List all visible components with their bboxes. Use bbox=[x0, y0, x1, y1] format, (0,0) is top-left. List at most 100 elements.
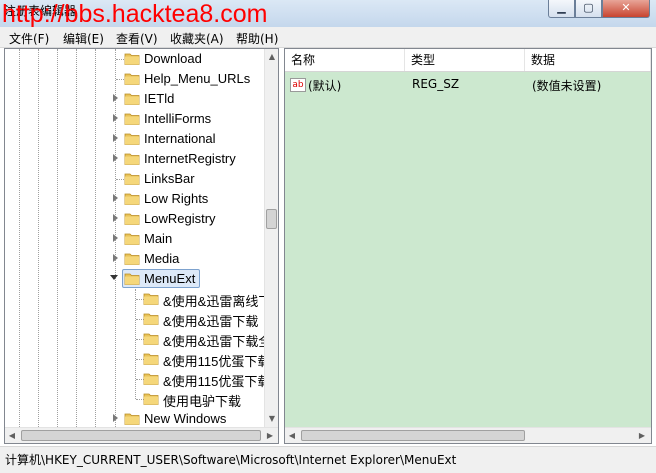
value-type: REG_SZ bbox=[412, 77, 460, 91]
tree-item[interactable]: &使用&迅雷下载全 bbox=[5, 329, 264, 349]
expand-arrow-icon[interactable] bbox=[113, 194, 118, 202]
expand-arrow-icon[interactable] bbox=[113, 254, 118, 262]
tree-item[interactable]: New Windows bbox=[5, 409, 264, 427]
tree-item[interactable]: &使用115优蛋下载 bbox=[5, 369, 264, 389]
minimize-button[interactable]: ▁ bbox=[548, 0, 575, 18]
tree-item-label: IntelliForms bbox=[144, 111, 212, 126]
scroll-up-icon[interactable]: ▲ bbox=[265, 49, 278, 65]
tree-item[interactable]: MenuExt bbox=[5, 269, 264, 289]
expand-arrow-icon[interactable] bbox=[113, 154, 118, 162]
tree-item-label: Main bbox=[144, 231, 173, 246]
expand-arrow-icon[interactable] bbox=[113, 414, 118, 422]
folder-icon bbox=[124, 252, 140, 265]
scroll-down-icon[interactable]: ▼ bbox=[265, 411, 278, 427]
tree-item-label: &使用115优蛋下载 bbox=[163, 374, 264, 389]
tree-item-label: LowRegistry bbox=[144, 211, 216, 226]
folder-icon bbox=[124, 92, 140, 105]
folder-icon bbox=[143, 392, 159, 405]
folder-icon bbox=[124, 232, 140, 245]
tree-item[interactable]: LowRegistry bbox=[5, 209, 264, 229]
folder-icon bbox=[124, 172, 140, 185]
tree-item-label: International bbox=[144, 131, 216, 146]
registry-tree[interactable]: Download Help_Menu_URLs IETld IntelliForms I… bbox=[5, 49, 264, 427]
tree-item-label: Download bbox=[144, 51, 202, 66]
tree-item[interactable]: Download bbox=[5, 49, 264, 69]
tree-item-label: 使用电驴下载 bbox=[163, 394, 242, 409]
tree-item-label: &使用&迅雷下载 bbox=[163, 314, 259, 329]
tree-item-label: IETld bbox=[144, 91, 175, 106]
close-button[interactable]: ✕ bbox=[602, 0, 650, 18]
tree-item-label: Low Rights bbox=[144, 191, 209, 206]
folder-icon bbox=[143, 292, 159, 305]
maximize-button[interactable]: ▢ bbox=[575, 0, 602, 18]
tree-item[interactable]: Main bbox=[5, 229, 264, 249]
menu-favorites[interactable]: 收藏夹(A) bbox=[170, 30, 224, 47]
scroll-right-icon[interactable]: ▶ bbox=[263, 428, 277, 443]
tree-item-label: &使用115优蛋下载 bbox=[163, 354, 264, 369]
collapse-arrow-icon[interactable] bbox=[110, 275, 118, 280]
tree-item-label: Help_Menu_URLs bbox=[144, 71, 251, 86]
value-data: (数值未设置) bbox=[532, 79, 602, 93]
tree-item[interactable]: 使用电驴下载 bbox=[5, 389, 264, 409]
tree-item-label: &使用&迅雷下载全 bbox=[163, 334, 264, 349]
tree-item-label: MenuExt bbox=[144, 271, 196, 286]
tree-item[interactable]: Low Rights bbox=[5, 189, 264, 209]
tree-item-label: &使用&迅雷离线下 bbox=[163, 294, 264, 309]
folder-icon bbox=[124, 72, 140, 85]
tree-item[interactable]: &使用&迅雷下载 bbox=[5, 309, 264, 329]
folder-icon bbox=[124, 272, 140, 285]
tree-item[interactable]: LinksBar bbox=[5, 169, 264, 189]
list-header: 名称 类型 数据 bbox=[285, 49, 651, 72]
tree-item[interactable]: &使用115优蛋下载 bbox=[5, 349, 264, 369]
menu-view[interactable]: 查看(V) bbox=[116, 30, 158, 47]
tree-item[interactable]: &使用&迅雷离线下 bbox=[5, 289, 264, 309]
scroll-thumb-h[interactable] bbox=[21, 430, 261, 441]
scroll-left-icon[interactable]: ◀ bbox=[285, 428, 299, 443]
expand-arrow-icon[interactable] bbox=[113, 234, 118, 242]
tree-item-label: LinksBar bbox=[144, 171, 195, 186]
column-type[interactable]: 类型 bbox=[405, 49, 525, 71]
folder-icon bbox=[143, 372, 159, 385]
scroll-left-icon[interactable]: ◀ bbox=[5, 428, 19, 443]
tree-item[interactable]: Media bbox=[5, 249, 264, 269]
registry-values-pane[interactable]: 名称 类型 数据 ab (默认) REG_SZ (数值未设置) ◀ ▶ bbox=[284, 48, 652, 444]
folder-icon bbox=[124, 112, 140, 125]
expand-arrow-icon[interactable] bbox=[113, 134, 118, 142]
expand-arrow-icon[interactable] bbox=[113, 114, 118, 122]
value-name: (默认) bbox=[308, 79, 342, 93]
menu-file[interactable]: 文件(F) bbox=[9, 30, 49, 47]
column-name[interactable]: 名称 bbox=[285, 49, 405, 71]
tree-item[interactable]: IntelliForms bbox=[5, 109, 264, 129]
expand-arrow-icon[interactable] bbox=[113, 214, 118, 222]
tree-item[interactable]: InternetRegistry bbox=[5, 149, 264, 169]
folder-icon bbox=[143, 352, 159, 365]
folder-icon bbox=[143, 332, 159, 345]
column-data[interactable]: 数据 bbox=[525, 49, 651, 71]
folder-icon bbox=[143, 312, 159, 325]
tree-item-label: New Windows bbox=[144, 411, 227, 426]
scroll-right-icon[interactable]: ▶ bbox=[635, 428, 649, 443]
tree-vertical-scrollbar[interactable]: ▲ ▼ bbox=[264, 49, 278, 427]
menu-help[interactable]: 帮助(H) bbox=[236, 30, 278, 47]
tree-item-label: Media bbox=[144, 251, 180, 266]
menu-edit[interactable]: 编辑(E) bbox=[63, 30, 104, 47]
tree-item[interactable]: Help_Menu_URLs bbox=[5, 69, 264, 89]
folder-icon bbox=[124, 212, 140, 225]
folder-icon bbox=[124, 132, 140, 145]
expand-arrow-icon[interactable] bbox=[113, 94, 118, 102]
folder-icon bbox=[124, 52, 140, 65]
tree-item[interactable]: IETld bbox=[5, 89, 264, 109]
folder-icon bbox=[124, 192, 140, 205]
scroll-thumb[interactable] bbox=[266, 209, 277, 229]
tree-horizontal-scrollbar[interactable]: ◀ ▶ bbox=[5, 427, 278, 443]
status-bar: 计算机\HKEY_CURRENT_USER\Software\Microsoft… bbox=[0, 446, 656, 473]
folder-icon bbox=[124, 412, 140, 425]
folder-icon bbox=[124, 152, 140, 165]
registry-tree-pane[interactable]: Download Help_Menu_URLs IETld IntelliForms I… bbox=[4, 48, 279, 444]
scroll-thumb-h[interactable] bbox=[301, 430, 525, 441]
list-horizontal-scrollbar[interactable]: ◀ ▶ bbox=[285, 427, 651, 443]
tree-item-label: InternetRegistry bbox=[144, 151, 236, 166]
tree-item[interactable]: International bbox=[5, 129, 264, 149]
menu-bar: 文件(F) 编辑(E) 查看(V) 收藏夹(A) 帮助(H) bbox=[0, 27, 656, 48]
string-value-icon: ab bbox=[290, 78, 306, 92]
